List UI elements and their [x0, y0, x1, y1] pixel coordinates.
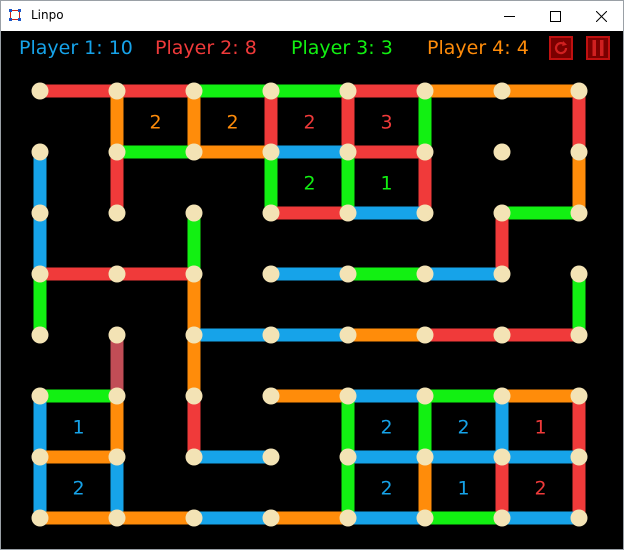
box-score: 3: [380, 112, 392, 134]
grid-dot[interactable]: [339, 265, 357, 283]
grid-dot[interactable]: [570, 82, 588, 100]
grid-dot[interactable]: [339, 143, 357, 161]
grid-dot[interactable]: [262, 204, 280, 222]
grid-dot[interactable]: [108, 143, 126, 161]
grid-dot[interactable]: [570, 265, 588, 283]
grid-dot[interactable]: [185, 204, 203, 222]
grid-dot[interactable]: [493, 326, 511, 344]
grid-dot[interactable]: [493, 143, 511, 161]
app-window: Linpo Player 1: 10 Player 2: 8 Player 3:…: [0, 0, 624, 550]
box-score: 2: [226, 112, 238, 134]
grid-dot[interactable]: [339, 326, 357, 344]
grid-dot[interactable]: [416, 387, 434, 405]
grid-dot[interactable]: [339, 82, 357, 100]
grid-dot[interactable]: [31, 509, 49, 527]
box-score: 2: [380, 417, 392, 439]
grid-dot[interactable]: [31, 387, 49, 405]
grid-dot[interactable]: [339, 448, 357, 466]
box-score: 2: [149, 112, 161, 134]
grid-dot[interactable]: [416, 265, 434, 283]
grid-dot[interactable]: [493, 509, 511, 527]
grid-dot[interactable]: [108, 448, 126, 466]
grid-dot[interactable]: [185, 265, 203, 283]
minimize-icon: [503, 15, 515, 17]
grid-dot[interactable]: [185, 387, 203, 405]
grid-dot[interactable]: [493, 448, 511, 466]
grid-dot[interactable]: [185, 143, 203, 161]
box-score: 2: [534, 478, 546, 500]
title-bar[interactable]: Linpo: [1, 1, 623, 31]
grid-dot[interactable]: [108, 204, 126, 222]
window-title: Linpo: [31, 8, 64, 22]
grid-dot[interactable]: [570, 326, 588, 344]
grid-dot[interactable]: [262, 265, 280, 283]
grid-dot[interactable]: [570, 143, 588, 161]
box-score: 1: [72, 417, 84, 439]
grid-dot[interactable]: [416, 82, 434, 100]
grid-dot[interactable]: [31, 204, 49, 222]
box-score: 2: [380, 478, 392, 500]
box-score: 1: [534, 417, 546, 439]
box-score: 1: [380, 173, 392, 195]
grid-dot[interactable]: [262, 387, 280, 405]
grid-dot[interactable]: [416, 448, 434, 466]
grid-dot[interactable]: [493, 204, 511, 222]
grid-dot[interactable]: [570, 509, 588, 527]
box-score: 2: [303, 173, 315, 195]
app-logo-icon: [9, 9, 21, 21]
grid-dot[interactable]: [108, 387, 126, 405]
grid-dot[interactable]: [493, 387, 511, 405]
grid-dot[interactable]: [108, 509, 126, 527]
grid-dot[interactable]: [262, 82, 280, 100]
box-score: 2: [457, 417, 469, 439]
grid-dot[interactable]: [570, 387, 588, 405]
box-score: 2: [72, 478, 84, 500]
grid-dot[interactable]: [262, 326, 280, 344]
grid-dot[interactable]: [262, 448, 280, 466]
grid-dot[interactable]: [339, 204, 357, 222]
maximize-icon: [549, 10, 561, 22]
grid-dot[interactable]: [339, 387, 357, 405]
grid-dot[interactable]: [493, 82, 511, 100]
grid-dot[interactable]: [416, 143, 434, 161]
grid-dot[interactable]: [31, 82, 49, 100]
grid-dot[interactable]: [416, 509, 434, 527]
grid-dot[interactable]: [31, 448, 49, 466]
minimize-button[interactable]: [486, 1, 532, 31]
close-icon: [595, 10, 607, 22]
grid-dot[interactable]: [493, 265, 511, 283]
grid-dot[interactable]: [339, 509, 357, 527]
grid-dot[interactable]: [185, 82, 203, 100]
grid-dot[interactable]: [570, 448, 588, 466]
game-board[interactable]: 2 2 2 3 2 1 1 2 2 2 1 2 1 2: [1, 31, 623, 550]
grid-dot[interactable]: [416, 204, 434, 222]
grid-dot[interactable]: [108, 326, 126, 344]
grid-dot[interactable]: [31, 143, 49, 161]
grid-dot[interactable]: [185, 509, 203, 527]
close-button[interactable]: [578, 1, 623, 31]
grid-dot[interactable]: [31, 326, 49, 344]
grid-dot[interactable]: [108, 265, 126, 283]
grid-dot[interactable]: [31, 265, 49, 283]
maximize-button[interactable]: [532, 1, 578, 31]
grid-dot[interactable]: [108, 82, 126, 100]
game-area: Player 1: 10 Player 2: 8 Player 3: 3 Pla…: [1, 31, 623, 550]
grid-dot[interactable]: [185, 326, 203, 344]
grid-dot[interactable]: [570, 204, 588, 222]
box-score: 2: [303, 112, 315, 134]
box-score: 1: [457, 478, 469, 500]
grid-dot[interactable]: [262, 509, 280, 527]
grid-dot[interactable]: [185, 448, 203, 466]
grid-dot[interactable]: [416, 326, 434, 344]
grid-dot[interactable]: [262, 143, 280, 161]
